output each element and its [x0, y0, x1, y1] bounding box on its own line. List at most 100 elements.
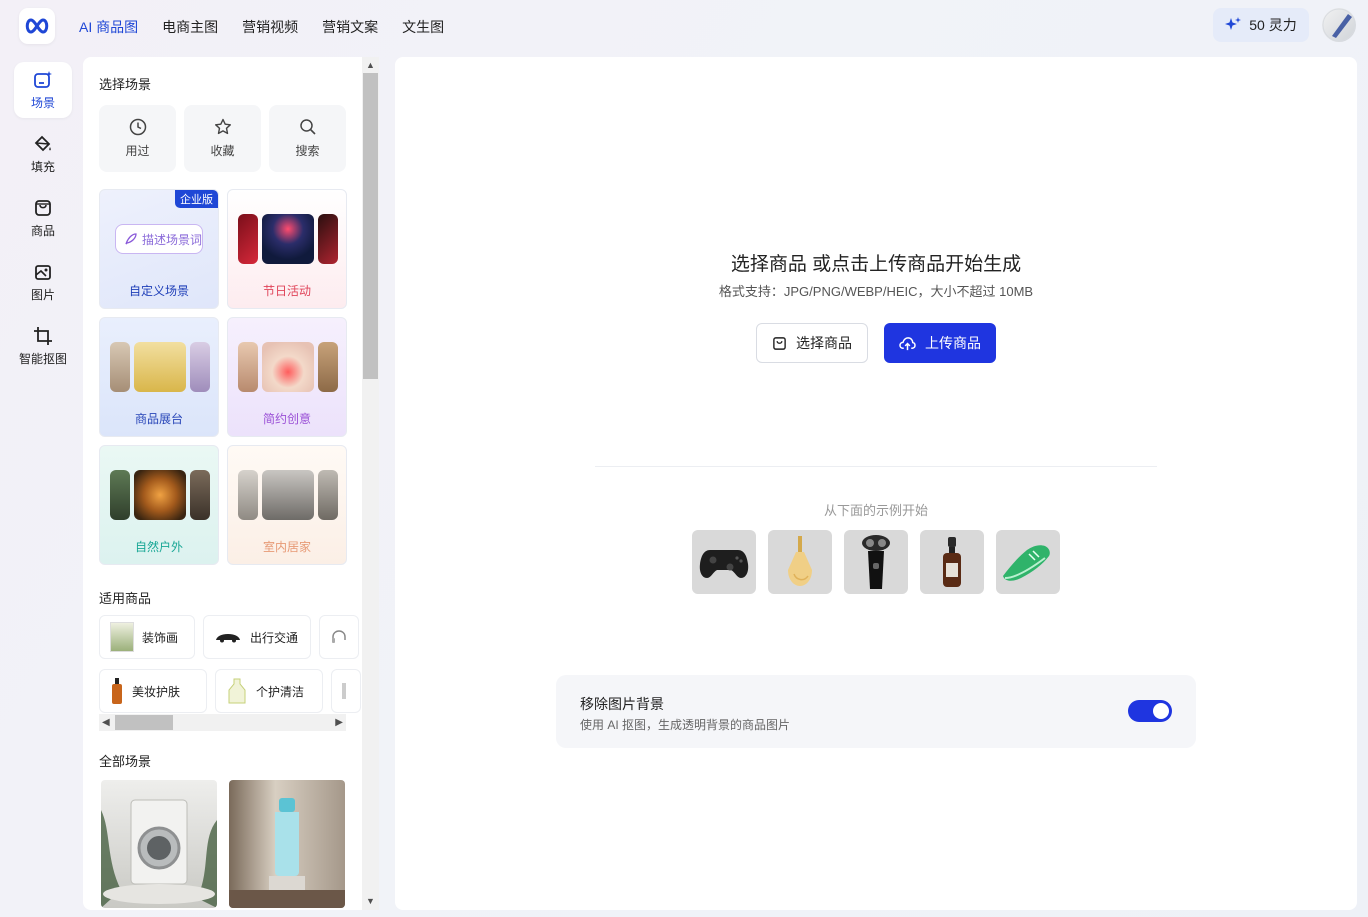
- example-game-controller[interactable]: [692, 530, 756, 594]
- scene-card-custom[interactable]: 企业版 描述场景词 自定义场景: [99, 189, 219, 309]
- product-tag-label: 出行交通: [250, 630, 299, 645]
- fill-bucket-icon: [34, 135, 51, 151]
- remove-bg-toggle[interactable]: [1128, 700, 1172, 722]
- examples-title: 从下面的示例开始: [823, 503, 928, 518]
- scene-panel: 选择场景 用过 收藏 搜索 企业版 描述场景词 自定义场景 节日活动 商品展台 …: [83, 57, 379, 910]
- product-tag-beauty-skincare[interactable]: 美妆护肤: [99, 669, 207, 713]
- electric-shaver-icon: [862, 535, 890, 589]
- user-avatar[interactable]: [1322, 8, 1356, 42]
- quick-favorites-button[interactable]: 收藏: [184, 105, 261, 172]
- quick-search-button[interactable]: 搜索: [269, 105, 346, 172]
- remove-background-option: 移除图片背景 使用 AI 抠图，生成透明背景的商品图片: [556, 675, 1196, 748]
- horizontal-scroll-thumb[interactable]: [115, 715, 173, 730]
- quick-used-button[interactable]: 用过: [99, 105, 176, 172]
- cloud-upload-icon: [899, 336, 916, 350]
- nav-marketing-video[interactable]: 营销视频: [242, 17, 298, 37]
- scene-card-minimal[interactable]: 简约创意: [227, 317, 347, 437]
- amber-bottle-icon: [112, 678, 122, 704]
- nav-ecommerce-main-image[interactable]: 电商主图: [162, 17, 218, 37]
- section-divider: [595, 466, 1157, 467]
- scene-label: 室内居家: [262, 540, 311, 554]
- game-controller-icon: [699, 550, 749, 578]
- top-bar: AI 商品图 电商主图 营销视频 营销文案 文生图 50 灵力: [0, 0, 1368, 52]
- sparkle-icon: [1225, 17, 1242, 30]
- all-scenes-title: 全部场景: [99, 754, 152, 769]
- headphones-icon: [332, 630, 346, 643]
- scroll-up-arrow-icon[interactable]: ▲: [365, 60, 376, 71]
- select-scene-title: 选择场景: [99, 77, 152, 92]
- scene-card-outdoor[interactable]: 自然户外: [99, 445, 219, 565]
- infinity-logo-icon: [25, 18, 49, 34]
- example-serum-bottle[interactable]: [920, 530, 984, 594]
- image-icon: [35, 264, 51, 280]
- scene-thumbnails: [238, 342, 338, 392]
- nav-ai-product-image[interactable]: AI 商品图: [79, 17, 138, 37]
- upload-prompt-title: 选择商品 或点击上传商品开始生成: [730, 254, 1022, 275]
- scene-label: 自然户外: [134, 540, 183, 554]
- example-perfume-bottle[interactable]: [768, 530, 832, 594]
- scene-label: 节日活动: [262, 284, 311, 298]
- app-logo[interactable]: [19, 8, 55, 44]
- example-green-sneaker[interactable]: [996, 530, 1060, 594]
- select-product-label: 选择商品: [796, 335, 852, 351]
- panel-vertical-scrollbar[interactable]: ▲ ▼: [362, 57, 379, 910]
- scene-card-showcase[interactable]: 商品展台: [99, 317, 219, 437]
- leftnav-item-image[interactable]: 图片: [14, 254, 72, 310]
- remove-bg-title: 移除图片背景: [580, 696, 664, 712]
- scene-preview-washing-machine[interactable]: [101, 780, 217, 908]
- star-icon: [214, 118, 231, 135]
- enterprise-badge: 企业版: [175, 190, 218, 208]
- leftnav-label: 智能抠图: [18, 351, 67, 366]
- product-tag-decor-painting[interactable]: 装饰画: [99, 615, 195, 659]
- vertical-scroll-thumb[interactable]: [363, 73, 378, 379]
- points-label: 50 灵力: [1249, 17, 1297, 33]
- main-canvas: 选择商品 或点击上传商品开始生成 格式支持：JPG/PNG/WEBP/HEIC，…: [395, 57, 1357, 910]
- upload-format-hint: 格式支持：JPG/PNG/WEBP/HEIC，大小不超过 10MB: [718, 284, 1034, 299]
- toggle-knob: [1153, 703, 1169, 719]
- scene-label: 商品展台: [134, 412, 183, 426]
- top-nav: AI 商品图 电商主图 营销视频 营销文案 文生图: [79, 17, 444, 37]
- search-icon: [299, 119, 316, 135]
- upload-product-label: 上传商品: [925, 335, 981, 351]
- leftnav-item-scene[interactable]: 场景: [14, 62, 72, 118]
- leftnav-item-smart-cutout[interactable]: 智能抠图: [14, 318, 72, 374]
- scene-icon: [34, 70, 52, 88]
- serum-dropper-bottle-icon: [943, 537, 961, 587]
- product-tag-headphones[interactable]: [319, 615, 359, 659]
- scene-preview-cosmetic-bottle[interactable]: [229, 780, 345, 908]
- leftnav-item-product[interactable]: 商品: [14, 190, 72, 246]
- crop-icon: [34, 326, 52, 345]
- upload-product-button[interactable]: 上传商品: [884, 323, 996, 363]
- product-tag-more[interactable]: [331, 669, 361, 713]
- scene-label: 自定义场景: [128, 284, 189, 298]
- scene-thumbnails: [110, 342, 210, 392]
- example-electric-shaver[interactable]: [844, 530, 908, 594]
- product-tag-label: 美妆护肤: [132, 684, 181, 699]
- applicable-products-title: 适用商品: [99, 591, 152, 606]
- clock-icon: [129, 118, 146, 136]
- left-nav: 场景 填充 商品 图片 智能抠图: [14, 62, 72, 382]
- describe-scene-input[interactable]: 描述场景词: [115, 224, 203, 254]
- points-badge[interactable]: 50 灵力: [1213, 8, 1309, 42]
- quick-label: 收藏: [210, 144, 235, 158]
- select-product-button[interactable]: 选择商品: [756, 323, 868, 363]
- remove-bg-description: 使用 AI 抠图，生成透明背景的商品图片: [580, 718, 791, 732]
- scene-card-indoor[interactable]: 室内居家: [227, 445, 347, 565]
- quick-label: 用过: [125, 144, 150, 158]
- describe-scene-placeholder: 描述场景词: [141, 232, 202, 247]
- nav-marketing-copy[interactable]: 营销文案: [322, 17, 378, 37]
- scene-card-festival[interactable]: 节日活动: [227, 189, 347, 309]
- scroll-left-arrow-icon[interactable]: ◀: [102, 717, 110, 728]
- product-tag-transport[interactable]: 出行交通: [203, 615, 311, 659]
- feather-pen-icon: [125, 233, 137, 245]
- leftnav-label: 图片: [30, 287, 55, 302]
- scroll-right-arrow-icon[interactable]: ▶: [335, 717, 343, 728]
- products-horizontal-scrollbar[interactable]: ◀ ▶: [99, 714, 346, 731]
- product-tag-personal-care[interactable]: 个护清洁: [215, 669, 323, 713]
- scroll-down-arrow-icon[interactable]: ▼: [365, 896, 376, 907]
- product-tag-label: 个护清洁: [256, 684, 305, 699]
- nav-text-to-image[interactable]: 文生图: [402, 17, 444, 37]
- leftnav-item-fill[interactable]: 填充: [14, 126, 72, 182]
- shopping-bag-icon: [773, 336, 786, 350]
- product-tag-label: 装饰画: [142, 630, 179, 645]
